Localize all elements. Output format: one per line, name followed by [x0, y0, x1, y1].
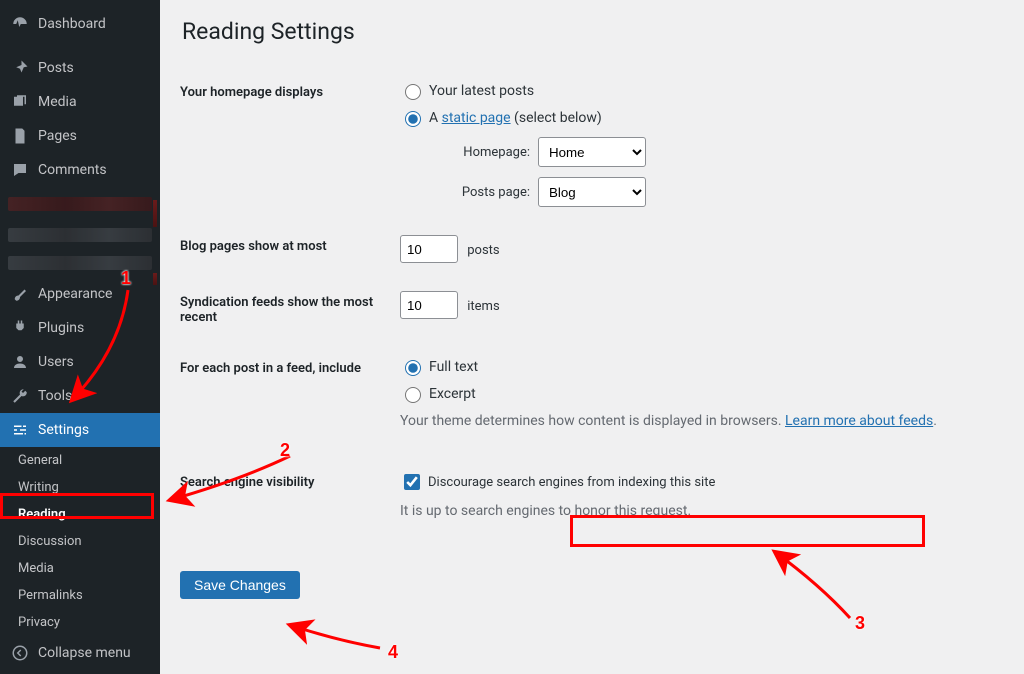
- learn-more-feeds-link[interactable]: Learn more about feeds: [785, 413, 933, 429]
- feed-include-full-text: Full text: [429, 359, 478, 375]
- postspage-select[interactable]: Blog: [538, 177, 646, 207]
- sidebar-item-label: Settings: [38, 422, 89, 438]
- sidebar-item-appearance[interactable]: Appearance: [0, 277, 160, 311]
- submenu-item-media[interactable]: Media: [0, 555, 160, 582]
- sidebar-item-dashboard[interactable]: Dashboard: [0, 7, 160, 41]
- sidebar-item-pages[interactable]: Pages: [0, 119, 160, 153]
- sidebar-item-redacted-3[interactable]: [0, 249, 160, 277]
- save-row: Save Changes: [180, 565, 1004, 599]
- feed-hint-pre: Your theme determines how content is dis…: [400, 413, 785, 429]
- users-icon: [10, 352, 30, 372]
- sev-hint: It is up to search engines to honor this…: [400, 503, 994, 519]
- homepage-radio-latest-input[interactable]: [405, 84, 421, 100]
- syndication-unit: items: [467, 299, 499, 314]
- feed-include-full-input[interactable]: [405, 360, 421, 376]
- sidebar-item-media[interactable]: Media: [0, 85, 160, 119]
- sidebar-item-label: Media: [38, 94, 77, 110]
- feed-include-full[interactable]: Full text: [400, 357, 994, 376]
- blog-pages-label: Blog pages show at most: [180, 221, 400, 277]
- blog-pages-input[interactable]: [400, 235, 458, 263]
- sidebar-item-label: Plugins: [38, 320, 84, 336]
- homepage-radio-latest-text: Your latest posts: [429, 83, 534, 99]
- postspage-select-row: Posts page: Blog: [445, 177, 994, 207]
- comment-icon: [10, 160, 30, 180]
- sev-checkbox-text: Discourage search engines from indexing …: [428, 475, 715, 490]
- sidebar-item-users[interactable]: Users: [0, 345, 160, 379]
- sidebar-item-label: Pages: [38, 128, 77, 144]
- submenu-item-permalinks[interactable]: Permalinks: [0, 582, 160, 609]
- syndication-input[interactable]: [400, 291, 458, 319]
- sidebar-item-plugins[interactable]: Plugins: [0, 311, 160, 345]
- feed-hint-post: .: [933, 413, 937, 429]
- settings-form: Your homepage displays Your latest posts…: [180, 67, 1004, 547]
- submenu-item-discussion[interactable]: Discussion: [0, 528, 160, 555]
- static-page-link[interactable]: static page: [442, 110, 511, 126]
- sliders-icon: [10, 420, 30, 440]
- sidebar-item-label: Posts: [38, 60, 74, 76]
- syndication-label: Syndication feeds show the most recent: [180, 277, 400, 343]
- homepage-radio-latest[interactable]: Your latest posts: [400, 81, 994, 100]
- sev-label: Search engine visibility: [180, 457, 400, 547]
- blog-pages-unit: posts: [467, 243, 499, 258]
- homepage-select-row: Homepage: Home: [445, 137, 994, 167]
- postspage-select-label: Posts page:: [445, 185, 530, 200]
- collapse-menu-label: Collapse menu: [38, 645, 131, 661]
- admin-sidebar: Dashboard Posts Media Pages Comments: [0, 0, 160, 674]
- collapse-icon: [10, 643, 30, 663]
- sev-checkbox-row[interactable]: Discourage search engines from indexing …: [400, 471, 994, 493]
- feed-include-hint: Your theme determines how content is dis…: [400, 413, 994, 429]
- sidebar-highlight-strip: [153, 200, 157, 227]
- homepage-radio-static-text: A static page (select below): [429, 110, 602, 126]
- sidebar-item-settings[interactable]: Settings: [0, 413, 160, 447]
- sidebar-item-posts[interactable]: Posts: [0, 51, 160, 85]
- sidebar-item-comments[interactable]: Comments: [0, 153, 160, 187]
- submenu-item-privacy[interactable]: Privacy: [0, 609, 160, 636]
- sev-checkbox-input[interactable]: [404, 474, 420, 490]
- feed-include-excerpt-text: Excerpt: [429, 386, 476, 402]
- page-title: Reading Settings: [182, 18, 1004, 45]
- homepage-select[interactable]: Home: [538, 137, 646, 167]
- dashboard-icon: [10, 14, 30, 34]
- sidebar-item-label: Dashboard: [38, 16, 106, 32]
- collapse-menu-button[interactable]: Collapse menu: [0, 636, 160, 670]
- media-icon: [10, 92, 30, 112]
- sidebar-item-label: Comments: [38, 162, 107, 178]
- settings-submenu: General Writing Reading Discussion Media…: [0, 447, 160, 636]
- static-prefix: A: [429, 110, 442, 126]
- homepage-select-label: Homepage:: [445, 145, 530, 160]
- submenu-item-general[interactable]: General: [0, 447, 160, 474]
- sidebar-item-label: Appearance: [38, 286, 112, 302]
- submenu-item-reading[interactable]: Reading: [0, 501, 160, 528]
- content-area: Reading Settings Your homepage displays …: [160, 0, 1024, 674]
- sidebar-item-label: Tools: [38, 388, 72, 404]
- sidebar-item-label: Users: [38, 354, 74, 370]
- wrench-icon: [10, 386, 30, 406]
- homepage-radio-static-input[interactable]: [405, 111, 421, 127]
- static-suffix: (select below): [511, 110, 602, 126]
- sidebar-item-tools[interactable]: Tools: [0, 379, 160, 413]
- submenu-item-writing[interactable]: Writing: [0, 474, 160, 501]
- sidebar-item-redacted-1[interactable]: [0, 187, 160, 221]
- save-changes-button[interactable]: Save Changes: [180, 571, 300, 599]
- homepage-radio-static[interactable]: A static page (select below): [400, 108, 994, 127]
- homepage-displays-label: Your homepage displays: [180, 67, 400, 221]
- feed-include-excerpt-input[interactable]: [405, 387, 421, 403]
- plugin-icon: [10, 318, 30, 338]
- feed-include-label: For each post in a feed, include: [180, 343, 400, 457]
- pin-icon: [10, 58, 30, 78]
- feed-include-excerpt[interactable]: Excerpt: [400, 384, 994, 403]
- sidebar-item-redacted-2[interactable]: [0, 221, 160, 249]
- brush-icon: [10, 284, 30, 304]
- page-icon: [10, 126, 30, 146]
